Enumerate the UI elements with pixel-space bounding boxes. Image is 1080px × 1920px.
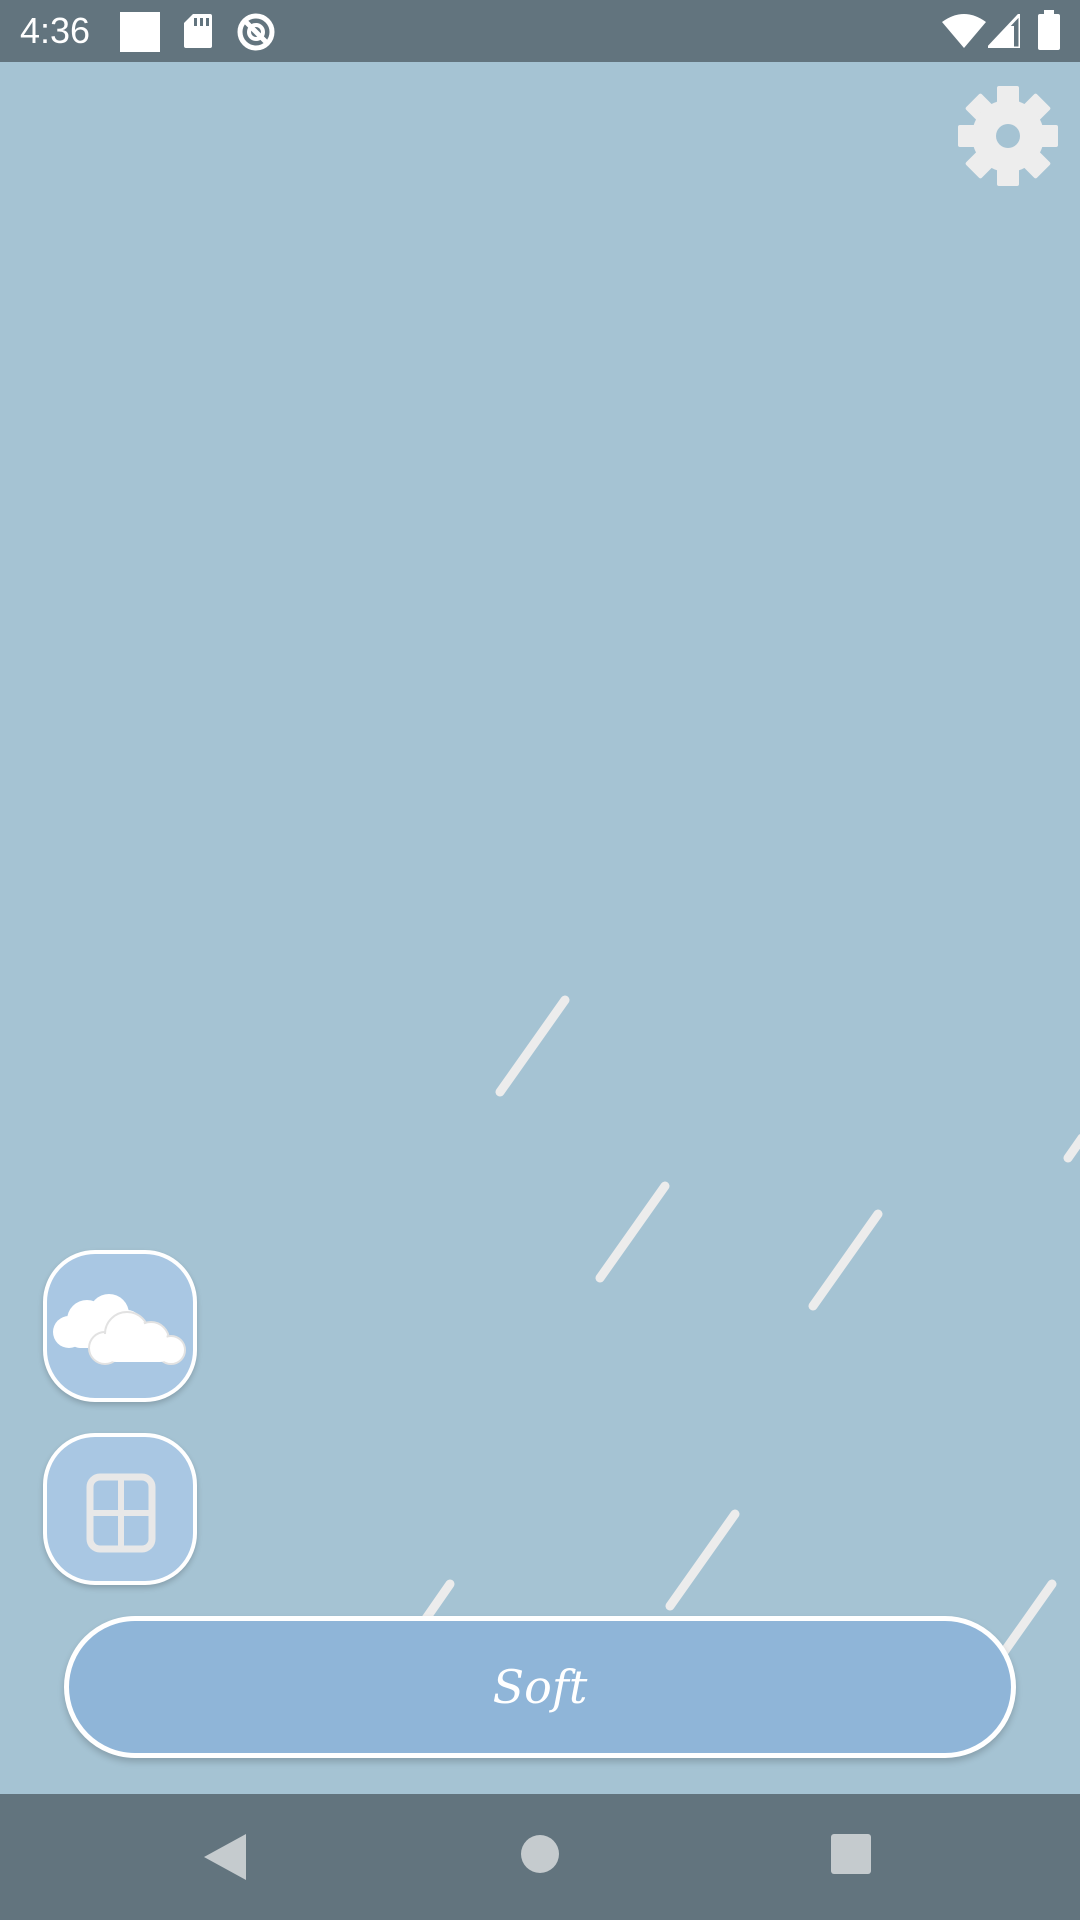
wifi-icon — [942, 14, 986, 48]
cloud-icon — [53, 1294, 186, 1365]
rain-drop — [495, 995, 570, 1097]
mode-button[interactable]: Soft — [64, 1616, 1016, 1758]
cell-signal-icon — [988, 14, 1020, 48]
gear-icon[interactable] — [956, 84, 1060, 188]
window-icon — [86, 1473, 156, 1553]
no-disturb-icon — [237, 13, 275, 51]
mode-label: Soft — [492, 1660, 588, 1714]
status-bar: 4:36 — [0, 0, 1080, 62]
battery-icon — [1038, 10, 1060, 50]
white-square-icon — [120, 12, 160, 52]
rain-drop — [595, 1181, 670, 1283]
rain-drop — [420, 1579, 455, 1625]
recents-icon[interactable] — [831, 1834, 871, 1874]
rain-drop — [999, 1579, 1057, 1657]
rain-drop — [1063, 1133, 1080, 1163]
window-button[interactable] — [43, 1433, 197, 1585]
rain-drop — [808, 1209, 883, 1311]
status-time: 4:36 — [20, 10, 91, 51]
weather-button[interactable] — [43, 1250, 197, 1402]
back-icon[interactable] — [204, 1834, 246, 1880]
sd-card-icon — [184, 14, 212, 48]
navigation-bar — [0, 1794, 1080, 1920]
home-icon[interactable] — [520, 1834, 560, 1874]
rain-drop — [665, 1509, 740, 1611]
